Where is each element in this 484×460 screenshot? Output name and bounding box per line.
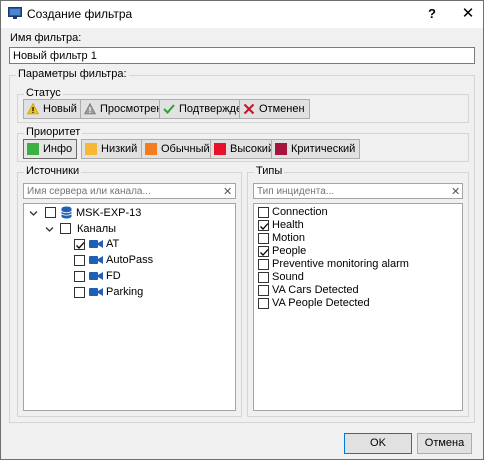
- camera-icon: [89, 240, 103, 248]
- ok-button[interactable]: OK: [344, 433, 412, 454]
- type-label-preventive: Preventive monitoring alarm: [272, 258, 409, 270]
- app-monitor-icon: [8, 7, 22, 19]
- types-label: Типы: [254, 165, 285, 177]
- type-label-va-cars: VA Cars Detected: [272, 284, 359, 296]
- camera-icon: [89, 272, 103, 280]
- priority-critical-swatch: [275, 143, 287, 155]
- cancel-button[interactable]: Отмена: [417, 433, 472, 454]
- channel-checkbox-at[interactable]: [74, 239, 85, 250]
- type-label-people: People: [272, 245, 307, 257]
- types-search-input[interactable]: [253, 183, 463, 199]
- priority-label: Приоритет: [24, 126, 83, 138]
- type-checkbox-preventive[interactable]: [258, 259, 269, 270]
- sources-search-input[interactable]: [23, 183, 236, 199]
- window-title: Создание фильтра: [27, 7, 133, 21]
- channels-group-label: Каналы: [77, 223, 117, 235]
- priority-high-button[interactable]: Высокий: [210, 139, 280, 159]
- priority-normal-button[interactable]: Обычный: [141, 139, 215, 159]
- priority-high-label: Высокий: [230, 143, 275, 155]
- priority-normal-label: Обычный: [161, 143, 210, 155]
- server-label: MSK-EXP-13: [76, 207, 142, 219]
- priority-info-button[interactable]: Инфо: [23, 139, 78, 159]
- status-viewed-label: Просмотрен: [100, 103, 163, 115]
- channel-label-at: AT: [106, 238, 120, 250]
- priority-info-swatch: [27, 143, 39, 155]
- status-label: Статус: [24, 87, 63, 99]
- priority-normal-swatch: [145, 143, 157, 155]
- filter-params-label: Параметры фильтра:: [16, 68, 129, 80]
- priority-critical-button[interactable]: Критический: [271, 139, 361, 159]
- priority-low-button[interactable]: Низкий: [81, 139, 143, 159]
- sources-label: Источники: [24, 165, 82, 177]
- database-icon: [61, 206, 72, 219]
- camera-icon: [89, 288, 103, 296]
- type-checkbox-va-people[interactable]: [258, 298, 269, 309]
- priority-low-swatch: [85, 143, 97, 155]
- priority-critical-label: Критический: [291, 143, 356, 155]
- close-button[interactable]: ✕: [453, 3, 483, 25]
- priority-low-label: Низкий: [101, 143, 138, 155]
- type-label-motion: Motion: [272, 232, 306, 244]
- chevron-down-icon[interactable]: [45, 225, 54, 234]
- warning-gray-icon: [84, 103, 96, 115]
- chevron-down-icon[interactable]: [29, 209, 38, 218]
- title-bar: Создание фильтра ? ✕: [1, 1, 483, 28]
- channel-label-autopass: AutoPass: [106, 254, 154, 266]
- priority-high-swatch: [214, 143, 226, 155]
- channel-checkbox-autopass[interactable]: [74, 255, 85, 266]
- type-checkbox-motion[interactable]: [258, 233, 269, 244]
- type-checkbox-people[interactable]: [258, 246, 269, 257]
- server-checkbox[interactable]: [45, 207, 56, 218]
- priority-info-label: Инфо: [43, 143, 73, 155]
- cross-icon: [243, 103, 255, 115]
- status-viewed-button[interactable]: Просмотрен: [80, 99, 168, 119]
- channel-label-fd: FD: [106, 270, 121, 282]
- sources-clear-icon[interactable]: ✕: [223, 185, 232, 198]
- status-new-button[interactable]: Новый: [23, 99, 82, 119]
- channel-checkbox-fd[interactable]: [74, 271, 85, 282]
- channels-group-checkbox[interactable]: [60, 223, 71, 234]
- type-checkbox-health[interactable]: [258, 220, 269, 231]
- type-label-va-people: VA People Detected: [272, 297, 370, 309]
- status-new-label: Новый: [43, 103, 77, 115]
- camera-icon: [89, 256, 103, 264]
- type-checkbox-connection[interactable]: [258, 207, 269, 218]
- type-label-health: Health: [272, 219, 304, 231]
- check-icon: [163, 104, 175, 114]
- warning-yellow-icon: [27, 103, 39, 115]
- types-list: Connection Health Motion People Preventi…: [253, 203, 463, 411]
- filter-dialog: Создание фильтра ? ✕ Имя фильтра: Параме…: [0, 0, 484, 460]
- types-clear-icon[interactable]: ✕: [451, 185, 460, 198]
- channel-label-parking: Parking: [106, 286, 144, 298]
- type-checkbox-va-cars[interactable]: [258, 285, 269, 296]
- channel-checkbox-parking[interactable]: [74, 287, 85, 298]
- status-cancelled-label: Отменен: [259, 103, 305, 115]
- status-confirmed-label: Подтвержден: [179, 103, 249, 115]
- filter-name-label: Имя фильтра:: [10, 32, 82, 44]
- sources-tree: MSK-EXP-13 Каналы AT AutoPass FD Parking: [23, 203, 236, 411]
- status-cancelled-button[interactable]: Отменен: [239, 99, 310, 119]
- type-label-sound: Sound: [272, 271, 304, 283]
- type-checkbox-sound[interactable]: [258, 272, 269, 283]
- help-button[interactable]: ?: [417, 3, 447, 25]
- filter-name-input[interactable]: [9, 47, 475, 64]
- type-label-connection: Connection: [272, 206, 328, 218]
